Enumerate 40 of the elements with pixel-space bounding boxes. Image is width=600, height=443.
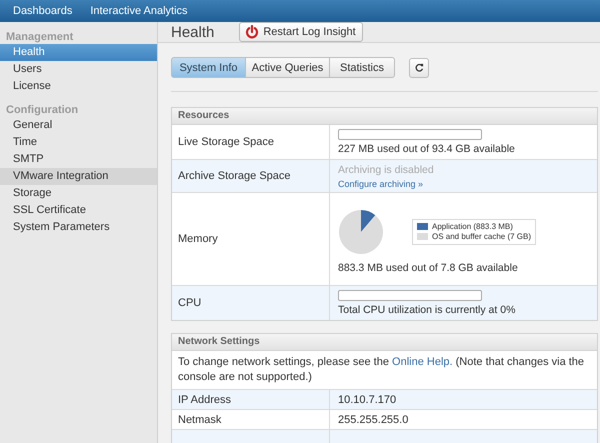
sidebar-item[interactable]: License [0, 78, 157, 95]
usage-text: 883.3 MB used out of 7.8 GB available [338, 262, 519, 274]
tab[interactable]: Active Queries [245, 57, 330, 78]
row-label: Archive Storage Space [172, 160, 330, 192]
tab[interactable]: Statistics [329, 57, 395, 78]
section-heading: Management [5, 30, 74, 44]
sidebar-item[interactable]: System Parameters [0, 219, 157, 236]
restart-button[interactable]: Restart Log Insight [239, 22, 363, 42]
sidebar-item[interactable]: General [0, 117, 157, 134]
panel-heading: Resources [172, 108, 597, 125]
row-value: 10.10.7.170 [338, 394, 398, 406]
row-label: CPU [172, 286, 330, 320]
legend-swatch [417, 233, 428, 240]
sidebar-item[interactable]: SMTP [0, 151, 157, 168]
row-value: 255.255.255.0 [338, 414, 410, 426]
sidebar-item[interactable]: SSL Certificate [0, 202, 157, 219]
section-heading: Configuration [5, 103, 80, 117]
usage-text: 227 MB used out of 93.4 GB available [338, 143, 516, 155]
online-help-link[interactable]: Online Help. [392, 356, 453, 368]
nav-link[interactable]: Interactive Analytics [83, 5, 199, 17]
sidebar-item[interactable]: Time [0, 134, 157, 151]
usage-text: Total CPU utilization is currently at 0% [338, 304, 516, 316]
tab[interactable]: System Info [171, 57, 246, 78]
refresh-button[interactable] [409, 58, 429, 78]
sidebar-item[interactable]: Users [0, 61, 157, 78]
row-label: Live Storage Space [172, 125, 330, 159]
power-icon [245, 25, 260, 39]
sidebar-item[interactable]: Storage [0, 185, 157, 202]
legend-label: OS and buffer cache (7 GB) [432, 232, 532, 242]
sidebar-item[interactable]: VMware Integration [0, 168, 157, 185]
row-label: Netmask [172, 410, 330, 429]
refresh-icon [414, 63, 424, 72]
row-label: IP Address [172, 390, 330, 409]
status-text: Archiving is disabled [338, 164, 435, 176]
legend-label: Application (883.3 MB) [432, 222, 513, 232]
page-title: Health [171, 24, 214, 40]
nav-link[interactable]: Dashboards [6, 5, 84, 17]
legend-swatch [417, 223, 428, 230]
panel-heading: Network Settings [172, 334, 597, 351]
row-label: Memory [172, 193, 330, 285]
